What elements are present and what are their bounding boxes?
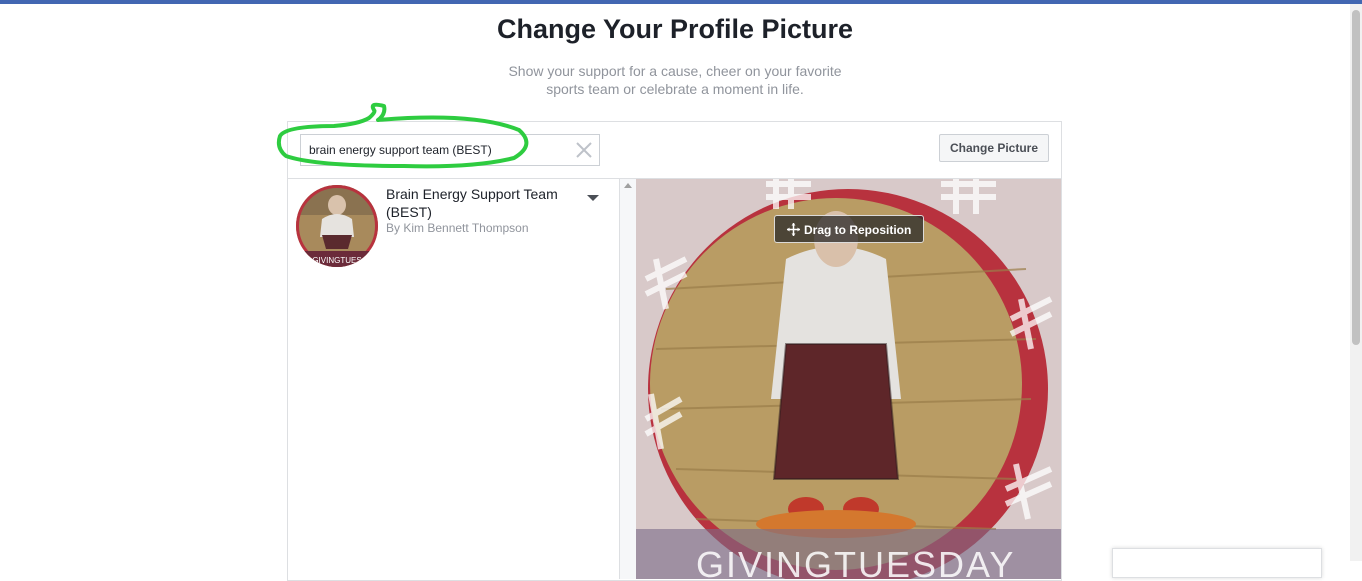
frame-thumbnail: GIVINGTUES — [296, 185, 378, 267]
result-title[interactable]: Brain Energy Support Team (BEST) — [386, 185, 576, 221]
results-scrollbar[interactable] — [620, 179, 636, 579]
scroll-up-arrow-icon[interactable] — [624, 183, 632, 188]
move-icon — [787, 223, 800, 236]
chat-popup[interactable] — [1112, 548, 1322, 578]
panel-header: Change Picture — [288, 122, 1061, 179]
chevron-down-icon[interactable] — [586, 193, 600, 203]
page-scrollbar[interactable] — [1350, 4, 1362, 561]
giving-tuesday-logo: GIVINGTUESDAY — [696, 544, 1016, 579]
frame-preview[interactable]: GIVINGTUESDAY Drag to Reposition — [636, 179, 1061, 579]
list-item[interactable]: GIVINGTUES Brain Energy Support Team (BE… — [288, 179, 620, 271]
page-scrollbar-thumb[interactable] — [1352, 10, 1360, 345]
search-input[interactable] — [309, 135, 569, 165]
results-list: GIVINGTUES Brain Energy Support Team (BE… — [288, 179, 620, 579]
search-box — [300, 134, 600, 166]
drag-to-reposition-button[interactable]: Drag to Reposition — [774, 215, 924, 243]
change-picture-button[interactable]: Change Picture — [939, 134, 1049, 162]
page-subtitle: Show your support for a cause, cheer on … — [508, 63, 842, 97]
page-title: Change Your Profile Picture — [496, 14, 854, 44]
close-icon[interactable] — [575, 141, 593, 159]
drag-label: Drag to Reposition — [804, 223, 912, 237]
result-author: By Kim Bennett Thompson — [386, 221, 529, 235]
svg-text:GIVINGTUES: GIVINGTUES — [312, 256, 361, 265]
frame-picker-panel: Change Picture GIVINGTUES Brain Energy S… — [287, 121, 1062, 581]
top-accent-bar — [0, 0, 1362, 4]
